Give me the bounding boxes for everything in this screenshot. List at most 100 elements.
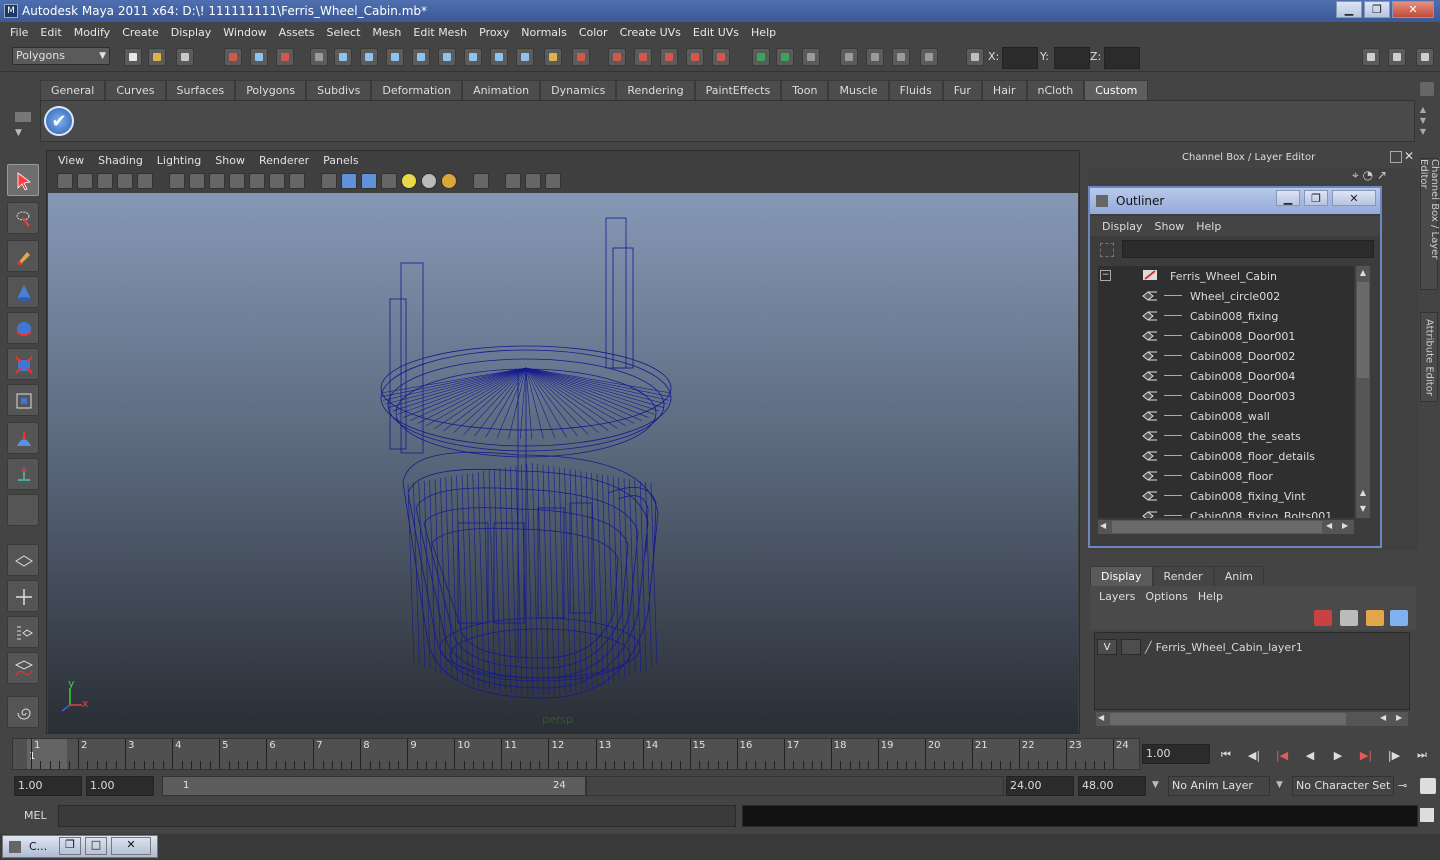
select-tool-button[interactable] [7,164,39,196]
safe-title-icon[interactable] [289,173,305,189]
snap-view-plane-icon[interactable] [686,48,704,66]
use-all-lights-icon[interactable] [401,173,417,189]
scroll-right-icon[interactable]: ▶ [1342,521,1348,530]
safe-action-icon[interactable] [269,173,285,189]
new-empty-layer-icon[interactable] [1366,610,1384,626]
pick-deformations-icon[interactable] [438,48,456,66]
maximize-icon[interactable]: □ [85,837,107,855]
menu-create-uvs[interactable]: Create UVs [614,26,687,39]
pick-rendering-icon[interactable] [490,48,508,66]
minimize-button[interactable]: ▁ [1336,1,1362,18]
ipr-render-icon[interactable] [892,48,910,66]
layer-visibility-toggle[interactable]: V [1097,639,1117,655]
xray-components-icon[interactable] [545,173,561,189]
restore-icon[interactable]: ❐ [59,837,81,855]
viewport-canvas[interactable]: y x persp [48,193,1078,733]
command-language-label[interactable]: MEL [24,809,47,822]
scale-tool-button[interactable] [7,348,39,380]
chevron-down-icon[interactable]: ▼ [1152,780,1159,790]
current-time-field[interactable]: 1.00 [1142,744,1210,764]
layer-tab-render[interactable]: Render [1152,566,1214,586]
xray-joints-icon[interactable] [525,173,541,189]
menu-file[interactable]: File [4,26,34,39]
scroll-left-icon[interactable]: ◀ [1380,713,1386,722]
pick-dynamics-icon[interactable] [464,48,482,66]
close-button[interactable]: ✕ [1392,1,1434,18]
scroll-right-icon[interactable]: ▶ [1396,713,1402,722]
script-editor-icon[interactable] [1420,808,1434,822]
go-to-start-icon[interactable]: ⏮ [1214,745,1238,765]
shelf-scroll-icon[interactable]: ▲ ▼ ▼ [1416,104,1430,138]
step-forward-key-icon[interactable]: ▶| [1354,745,1378,765]
menu-edit[interactable]: Edit [34,26,67,39]
shelf-tab-muscle[interactable]: Muscle [828,80,889,100]
isolate-select-icon[interactable] [473,173,489,189]
lasso-tool-button[interactable] [7,202,39,234]
shelf-tab-toon[interactable]: Toon [781,80,829,100]
menu-edit-mesh[interactable]: Edit Mesh [407,26,473,39]
outliner-item[interactable]: Cabin008_fixing_Vint [1098,486,1354,506]
shelf-tab-fur[interactable]: Fur [942,80,982,100]
grid-icon[interactable] [169,173,185,189]
y-field[interactable] [1054,47,1090,69]
textured-icon[interactable] [381,173,397,189]
show-manipulator-button[interactable] [7,458,39,490]
move-layer-down-icon[interactable] [1340,610,1358,626]
scroll-left-icon[interactable]: ◀ [1100,521,1106,530]
pick-misc-icon[interactable] [516,48,534,66]
render-view-icon[interactable] [840,48,858,66]
x-field[interactable] [1002,47,1038,69]
outliner-search-input[interactable] [1122,240,1374,258]
save-scene-icon[interactable] [176,48,194,66]
play-backwards-icon[interactable]: ◀ [1298,745,1322,765]
menu-help[interactable]: Help [745,26,782,39]
outliner-hscroll-thumb[interactable] [1112,521,1322,533]
show-attribute-editor-icon[interactable] [1362,48,1380,66]
pick-surfaces-icon[interactable] [412,48,430,66]
render-settings-icon[interactable] [920,48,938,66]
collapse-icon[interactable]: − [1100,270,1111,281]
menu-display[interactable]: Display [165,26,218,39]
persp-outliner-layout-button[interactable] [7,616,39,648]
anim-layer-dropdown[interactable]: No Anim Layer [1168,776,1270,796]
layer-hscroll-thumb[interactable] [1110,713,1346,725]
highlight-selection-icon[interactable] [572,48,590,66]
step-forward-frame-icon[interactable]: |▶ [1382,745,1406,765]
lock-selection-icon[interactable] [544,48,562,66]
high-quality-icon[interactable] [441,173,457,189]
outliner-item[interactable]: Cabin008_floor [1098,466,1354,486]
smooth-shade-icon[interactable] [341,173,357,189]
filter-icon[interactable] [1100,243,1114,257]
start-time-field[interactable]: 1.00 [14,776,82,796]
shelf-tab-fluids[interactable]: Fluids [888,80,943,100]
range-slider-bar[interactable]: 1 24 [162,776,586,796]
image-plane-icon[interactable] [117,173,133,189]
close-panel-icon[interactable]: ✕ [1404,149,1414,163]
resolution-gate-icon[interactable] [209,173,225,189]
paint-select-tool-button[interactable] [7,240,39,272]
menu-select[interactable]: Select [320,26,366,39]
show-channel-box-icon[interactable] [1416,48,1434,66]
select-camera-icon[interactable] [57,173,73,189]
viewport-menu-shading[interactable]: Shading [91,154,150,167]
shelf-tab-animation[interactable]: Animation [462,80,541,100]
scroll-down-icon[interactable]: ▼ [1357,504,1369,514]
scroll-up-icon[interactable]: ▲ [1357,488,1369,498]
float-panel-icon[interactable] [1390,151,1402,163]
outliner-item[interactable]: Cabin008_the_seats [1098,426,1354,446]
shelf-tab-dynamics[interactable]: Dynamics [540,80,617,100]
scroll-left-icon[interactable]: ◀ [1326,521,1332,530]
layer-tab-display[interactable]: Display [1090,566,1153,586]
rotate-tool-button[interactable] [7,312,39,344]
menu-mesh[interactable]: Mesh [366,26,407,39]
camera-attributes-icon[interactable] [77,173,93,189]
film-gate-icon[interactable] [189,173,205,189]
outliner-item[interactable]: Cabin008_Door001 [1098,326,1354,346]
layer-horizontal-scrollbar[interactable]: ◀ ◀ ▶ [1096,712,1408,726]
show-tool-settings-icon[interactable] [1388,48,1406,66]
outliner-item[interactable]: Cabin008_fixing [1098,306,1354,326]
shelf-tab-surfaces[interactable]: Surfaces [165,80,236,100]
wireframe-icon[interactable] [321,173,337,189]
move-layer-up-icon[interactable] [1314,610,1332,626]
end-time-field[interactable]: 48.00 [1078,776,1146,796]
